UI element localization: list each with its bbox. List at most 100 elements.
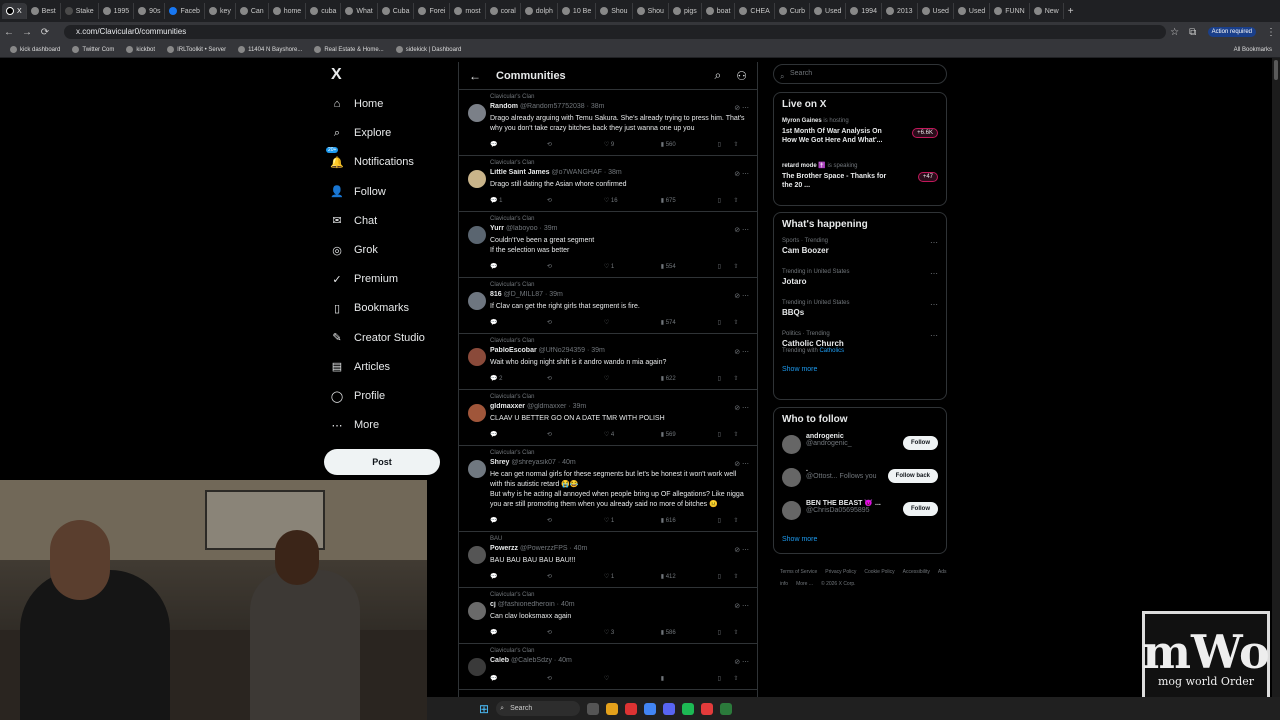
bookmark-icon[interactable]: ▯	[718, 263, 734, 270]
follow-button[interactable]: Follow	[903, 502, 938, 516]
bookmark-icon[interactable]: ▯	[718, 517, 734, 524]
avatar[interactable]	[468, 226, 486, 244]
bookmark-icon[interactable]: ▯	[718, 629, 734, 636]
browser-tab[interactable]: X	[2, 3, 27, 19]
more-icon[interactable]: ⋯	[930, 238, 938, 247]
footer-link[interactable]: © 2026 X Corp.	[821, 581, 856, 587]
repost-action[interactable]: ⟲	[547, 629, 604, 636]
nav-item-grok[interactable]: ◎ Grok	[330, 243, 378, 257]
views-action[interactable]: ▮ 616	[661, 517, 718, 524]
share-icon[interactable]: ⇧	[733, 629, 749, 636]
community-label[interactable]: Clavicular's Clan	[490, 648, 749, 657]
share-icon[interactable]: ⇧	[733, 197, 749, 204]
post-handle[interactable]: @gldmaxxer · 39m	[527, 403, 586, 410]
search-icon[interactable]: ⌕	[715, 68, 722, 83]
like-action[interactable]: ♡	[604, 319, 661, 326]
browser-tab[interactable]: 1995	[99, 3, 135, 19]
footer-link[interactable]: Terms of Service	[780, 569, 817, 575]
post-author[interactable]: cj	[490, 601, 496, 608]
more-icon[interactable]: ⊘ ⋯	[734, 460, 749, 468]
browser-tab[interactable]: cuba	[306, 3, 342, 19]
nav-item-notifications[interactable]: 🔔 20+ Notifications	[326, 147, 414, 169]
app-icon-2[interactable]	[720, 702, 733, 715]
trend-item[interactable]: Politics · Trending Catholic Church Trendi…	[782, 331, 938, 362]
like-action[interactable]: ♡ 1	[604, 263, 661, 270]
more-icon[interactable]: ⊘ ⋯	[734, 226, 749, 234]
more-icon[interactable]: ⊘ ⋯	[734, 404, 749, 412]
share-icon[interactable]: ⇧	[733, 141, 749, 148]
bookmark-icon[interactable]: ▯	[718, 141, 734, 148]
like-action[interactable]: ♡ 16	[604, 197, 661, 204]
browser-tab[interactable]: most	[450, 3, 486, 19]
repost-action[interactable]: ⟲	[547, 431, 604, 438]
back-icon[interactable]: ←	[0, 27, 18, 38]
post-handle[interactable]: @CalebSdzy · 40m	[511, 657, 572, 664]
views-action[interactable]: ▮ 412	[661, 573, 718, 580]
repost-action[interactable]: ⟲	[547, 319, 604, 326]
avatar[interactable]	[468, 104, 486, 122]
reply-action[interactable]: 💬 2	[490, 375, 547, 382]
avatar[interactable]	[468, 292, 486, 310]
browser-tab[interactable]: Used	[918, 3, 954, 19]
communities-icon[interactable]: ⚇	[736, 69, 747, 83]
more-icon[interactable]: ⊘ ⋯	[734, 602, 749, 610]
trend-item[interactable]: Trending in United States BBQs ⋯	[782, 300, 938, 331]
nav-item-premium[interactable]: ✓ Premium	[330, 272, 398, 286]
bookmark-icon[interactable]: ▯	[718, 319, 734, 326]
post-handle[interactable]: @Random57752038 · 38m	[520, 103, 605, 110]
follow-suggestion[interactable]: androgenic @androgenic_ Follow	[782, 433, 938, 466]
views-action[interactable]: ▮ 554	[661, 263, 718, 270]
footer-link[interactable]: More ...	[796, 581, 813, 587]
reply-action[interactable]: 💬 1	[490, 197, 547, 204]
bookmark-item[interactable]: kick dashboard	[10, 46, 60, 53]
post-author[interactable]: Yurr	[490, 225, 504, 232]
folder-icon[interactable]	[606, 702, 619, 715]
avatar[interactable]	[782, 468, 801, 487]
trend-with-link[interactable]: Catholics	[819, 348, 844, 354]
share-icon[interactable]: ⇧	[733, 675, 749, 682]
back-arrow-icon[interactable]: ←	[469, 69, 481, 83]
repost-action[interactable]: ⟲	[547, 263, 604, 270]
scrollbar-thumb[interactable]	[1274, 60, 1278, 80]
browser-tab[interactable]: Shou	[596, 3, 633, 19]
more-icon[interactable]: ⋯	[930, 331, 938, 340]
nav-item-bookmarks[interactable]: ▯ Bookmarks	[330, 301, 409, 315]
spotify-icon[interactable]	[682, 702, 695, 715]
bookmark-item[interactable]: kickbot	[126, 46, 155, 53]
bookmark-icon[interactable]: ▯	[718, 675, 734, 682]
feed-post[interactable]: Clavicular's Clan Yurr @laboyoo · 39m ⊘ ⋯ C…	[459, 212, 757, 278]
more-icon[interactable]: ⊘ ⋯	[734, 292, 749, 300]
follow-suggestion[interactable]: BEN THE BEAST 😈 ... @ChrisDa05695895 Follo…	[782, 499, 938, 532]
bookmark-star-icon[interactable]: ☆	[1166, 27, 1184, 38]
new-tab-icon[interactable]: +	[1068, 6, 1074, 17]
nav-item-home[interactable]: ⌂ Home	[330, 97, 384, 111]
post-author[interactable]: gldmaxxer	[490, 403, 525, 410]
reload-icon[interactable]: ⟳	[36, 27, 54, 38]
browser-tab[interactable]: New	[1030, 3, 1064, 19]
feed-post[interactable]: Clavicular's Clan Shrey @shreyasik07 · 40…	[459, 446, 757, 532]
browser-tab[interactable]: Forei	[414, 3, 451, 19]
feed-post[interactable]: Clavicular's Clan cj @fashionedheroin · 4…	[459, 588, 757, 644]
feed-post[interactable]: Clavicular's Clan 816 @D_MILL87 · 39m ⊘ ⋯ I…	[459, 278, 757, 334]
post-author[interactable]: 816	[490, 291, 502, 298]
who-show-more[interactable]: Show more	[782, 536, 938, 543]
more-icon[interactable]: ⋯	[930, 269, 938, 278]
post-handle[interactable]: @shreyasik07 · 40m	[511, 459, 575, 466]
trend-item[interactable]: Trending in United States Jotaro ⋯	[782, 269, 938, 300]
views-action[interactable]: ▮ 586	[661, 629, 718, 636]
more-icon[interactable]: ⊘ ⋯	[734, 658, 749, 666]
chrome-icon[interactable]	[644, 702, 657, 715]
community-label[interactable]: BAU	[490, 536, 749, 545]
browser-tab[interactable]: pigs	[669, 3, 702, 19]
browser-tab[interactable]: Shou	[633, 3, 669, 19]
nav-item-explore[interactable]: ⌕ Explore	[330, 126, 391, 140]
live-item[interactable]: retard mode ✝️ is speaking The Brother Sp…	[782, 162, 938, 206]
community-label[interactable]: Clavicular's Clan	[490, 216, 749, 225]
more-icon[interactable]: ⊘ ⋯	[734, 170, 749, 178]
discord-icon[interactable]	[663, 702, 676, 715]
community-label[interactable]: Clavicular's Clan	[490, 160, 749, 169]
browser-tab[interactable]: Faceb	[165, 3, 205, 19]
community-label[interactable]: Clavicular's Clan	[490, 394, 749, 403]
feed-post[interactable]: BAU Powerzz @PowerzzFPS · 40m ⊘ ⋯ BAU BAU B…	[459, 532, 757, 588]
bookmark-item[interactable]: IRLToolkit • Server	[167, 46, 226, 53]
